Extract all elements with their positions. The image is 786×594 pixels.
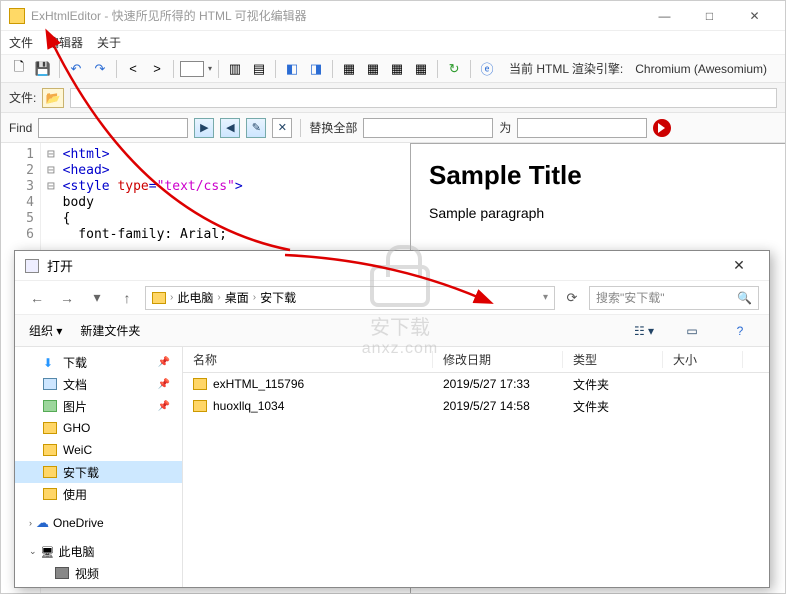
search-placeholder: 搜索"安下载" [596,289,665,306]
view1-icon[interactable]: ▦ [339,59,359,79]
preview-title: Sample Title [429,160,767,191]
render-engine: Chromium (Awesomium) [635,62,767,76]
render-label: 当前 HTML 渲染引擎: [509,60,623,77]
search-icon: 🔍 [737,291,752,305]
nav-forward-icon[interactable]: → [55,286,79,310]
view2-icon[interactable]: ▦ [363,59,383,79]
replace-from-input[interactable] [363,118,493,138]
search-box[interactable]: 搜索"安下载" 🔍 [589,286,759,310]
file-list: 名称 修改日期 类型 大小 exHTML_115796 2019/5/27 17… [183,347,769,587]
dialog-titlebar: 打开 ✕ [15,251,769,281]
refresh-icon[interactable]: ⟳ [561,290,583,306]
breadcrumb[interactable]: › 此电脑 › 桌面 › 安下载 ▾ [145,286,555,310]
dialog-body: 下载📌 文档📌 图片📌 GHO WeiC 安下载 使用 ›OneDrive ⌄此… [15,347,769,587]
ie-icon[interactable]: ⓔ [477,59,497,79]
sidebar-item-pictures[interactable]: 图片📌 [15,395,182,417]
menu-about[interactable]: 关于 [97,34,121,51]
crumb-anxz[interactable]: 安下载 [260,289,296,306]
maximize-button[interactable]: □ [687,2,732,30]
col-size[interactable]: 大小 [663,351,743,368]
panel1-icon[interactable]: ◧ [282,59,302,79]
list-item[interactable]: huoxllq_1034 2019/5/27 14:58 文件夹 [183,395,769,417]
replace-to-input[interactable] [517,118,647,138]
new-icon[interactable]: 🗋 [9,59,29,79]
menu-file[interactable]: 文件 [9,34,33,51]
list-header: 名称 修改日期 类型 大小 [183,347,769,373]
folder-icon [152,292,166,304]
file-bar: 文件: 📂 [1,83,785,113]
replace-go-button[interactable] [653,119,671,137]
sidebar-item-downloads[interactable]: 下载📌 [15,351,182,373]
dialog-nav: ← → ▾ ↑ › 此电脑 › 桌面 › 安下载 ▾ ⟳ 搜索"安下载" 🔍 [15,281,769,315]
close-button[interactable]: ✕ [732,2,777,30]
open-file-dialog: 打开 ✕ ← → ▾ ↑ › 此电脑 › 桌面 › 安下载 ▾ ⟳ 搜索"安下载… [14,250,770,588]
refresh-icon[interactable]: ↻ [444,59,464,79]
sidebar-item-documents[interactable]: 文档📌 [15,373,182,395]
to-label: 为 [499,119,511,136]
folder-icon [193,400,207,412]
dialog-toolbar: 组织 ▾ 新建文件夹 ☷ ▾ ▭ ? [15,315,769,347]
file-label: 文件: [9,89,36,106]
nav-back-icon[interactable]: ← [25,286,49,310]
sidebar-item-shiyong[interactable]: 使用 [15,483,182,505]
find-next-icon[interactable]: ▶ [194,118,214,138]
nav-up-icon[interactable]: ↑ [115,286,139,310]
minimize-button[interactable]: — [642,2,687,30]
window-title: ExHtmlEditor - 快速所见所得的 HTML 可视化编辑器 [31,7,642,24]
view4-icon[interactable]: ▦ [411,59,431,79]
col-date[interactable]: 修改日期 [433,351,563,368]
sidebar-item-gho[interactable]: GHO [15,417,182,439]
sidebar-item-onedrive[interactable]: ›OneDrive [15,513,182,533]
next-icon[interactable]: > [147,59,167,79]
preview-toggle-button[interactable]: ▭ [677,320,707,342]
undo-icon[interactable]: ↶ [66,59,86,79]
file-path-input[interactable] [70,88,777,108]
find-prev-icon[interactable]: ◀ [220,118,240,138]
dialog-title: 打开 [47,256,719,275]
preview-paragraph: Sample paragraph [429,205,767,221]
crumb-desktop[interactable]: 桌面 [225,289,249,306]
replace-label: 替换全部 [309,119,357,136]
redo-icon[interactable]: ↷ [90,59,110,79]
highlight-icon[interactable]: ✎ [246,118,266,138]
nav-recent-icon[interactable]: ▾ [85,286,109,310]
new-folder-button[interactable]: 新建文件夹 [80,322,140,339]
layout1-icon[interactable]: ▥ [225,59,245,79]
main-toolbar: 🗋 💾 ↶ ↷ < > ▾ ▥ ▤ ◧ ◨ ▦ ▦ ▦ ▦ ↻ ⓔ 当前 HTM… [1,55,785,83]
dialog-icon [25,259,39,273]
sidebar-item-anxz[interactable]: 安下载 [15,461,182,483]
prev-icon[interactable]: < [123,59,143,79]
menubar: 文件 编辑器 关于 [1,31,785,55]
organize-menu[interactable]: 组织 ▾ [29,322,62,339]
clear-icon[interactable]: ✕ [272,118,292,138]
col-name[interactable]: 名称 [183,351,433,368]
sidebar-item-video[interactable]: 视频 [15,562,182,584]
color-picker[interactable] [180,61,204,77]
view3-icon[interactable]: ▦ [387,59,407,79]
layout2-icon[interactable]: ▤ [249,59,269,79]
app-icon [9,8,25,24]
dropdown-icon[interactable]: ▾ [208,64,212,73]
dialog-close-button[interactable]: ✕ [719,257,759,274]
find-label: Find [9,121,32,135]
dialog-sidebar: 下载📌 文档📌 图片📌 GHO WeiC 安下载 使用 ›OneDrive ⌄此… [15,347,183,587]
list-item[interactable]: exHTML_115796 2019/5/27 17:33 文件夹 [183,373,769,395]
folder-icon [193,378,207,390]
crumb-thispc[interactable]: 此电脑 [177,289,213,306]
find-input[interactable] [38,118,188,138]
help-icon[interactable]: ? [725,320,755,342]
view-mode-button[interactable]: ☷ ▾ [629,320,659,342]
sidebar-item-weic[interactable]: WeiC [15,439,182,461]
titlebar: ExHtmlEditor - 快速所见所得的 HTML 可视化编辑器 — □ ✕ [1,1,785,31]
panel2-icon[interactable]: ◨ [306,59,326,79]
find-bar: Find ▶ ◀ ✎ ✕ 替换全部 为 [1,113,785,143]
open-folder-button[interactable]: 📂 [42,88,64,108]
menu-editor[interactable]: 编辑器 [47,34,83,51]
save-icon[interactable]: 💾 [33,59,53,79]
sidebar-item-thispc[interactable]: ⌄此电脑 [15,541,182,562]
col-type[interactable]: 类型 [563,351,663,368]
